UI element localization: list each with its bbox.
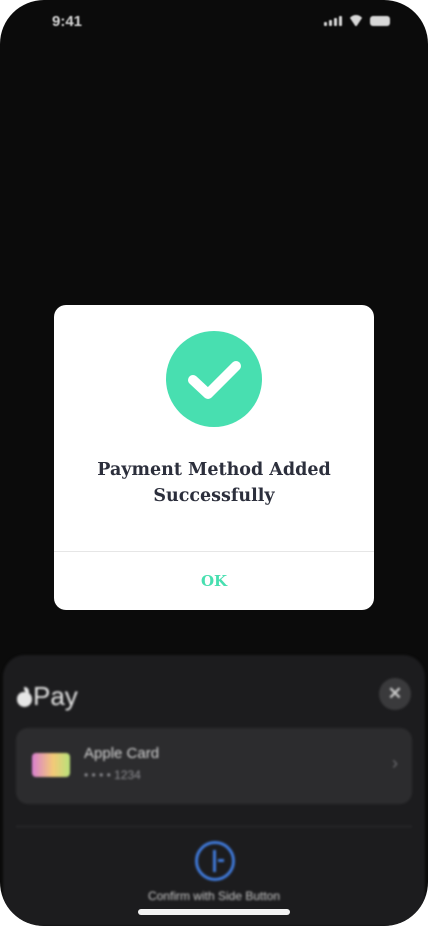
ok-button[interactable]: OK [54, 552, 374, 610]
success-dialog: Payment Method Added Successfully OK [54, 305, 374, 610]
home-indicator[interactable] [138, 909, 290, 915]
cellular-signal-icon [324, 15, 342, 26]
checkmark-circle-icon [166, 331, 262, 427]
card-name: Apple Card [84, 745, 160, 762]
sheet-divider [16, 826, 412, 827]
chevron-right-icon: › [392, 753, 398, 773]
apple-pay-sheet: Pay ✕ Apple Card • • • • 1234 › Confirm … [3, 655, 425, 926]
payment-card-row[interactable]: Apple Card • • • • 1234 › [16, 728, 412, 804]
apple-pay-logo: Pay [16, 681, 78, 712]
dialog-title: Payment Method Added Successfully [54, 457, 374, 509]
status-bar: 9:41 [0, 0, 428, 44]
dialog-title-line1: Payment Method Added [97, 460, 331, 480]
phone-screen: 9:41 Pay ✕ Apple Card • • • • 1234 › Con… [0, 0, 428, 926]
apple-pay-logo-text: Pay [33, 681, 78, 711]
status-icons [324, 15, 390, 26]
battery-icon [370, 16, 390, 26]
close-button[interactable]: ✕ [379, 678, 411, 710]
card-number: • • • • 1234 [84, 768, 141, 782]
close-icon: ✕ [387, 684, 403, 703]
confirm-side-button-text: Confirm with Side Button [147, 889, 281, 903]
wifi-icon [348, 15, 364, 26]
side-button-icon [195, 841, 235, 881]
apple-logo-icon [16, 686, 32, 707]
apple-card-thumbnail [32, 753, 70, 777]
dialog-title-line2: Successfully [153, 486, 275, 506]
status-time: 9:41 [52, 13, 83, 30]
